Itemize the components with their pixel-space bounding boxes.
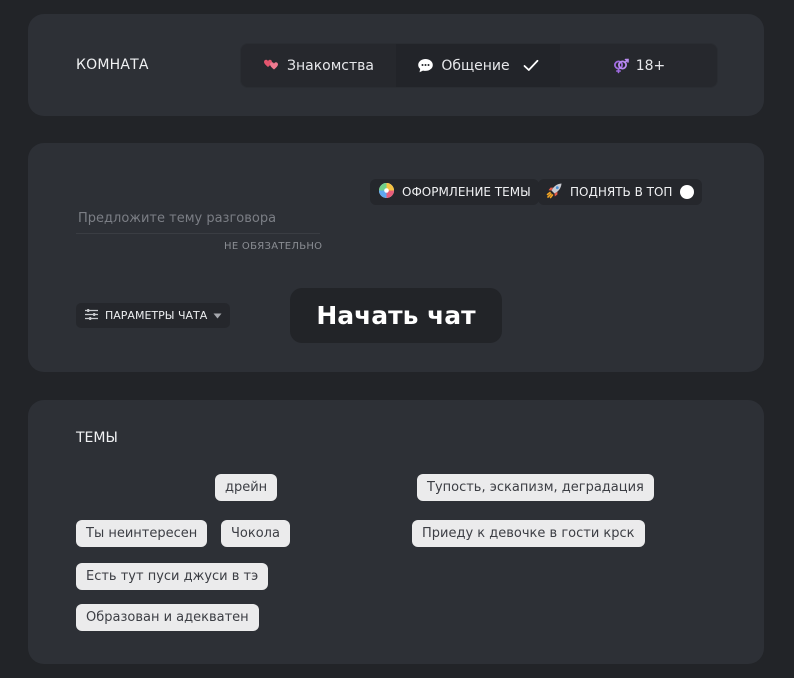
- rocket-icon: [546, 182, 563, 202]
- boost-to-top-button[interactable]: ПОДНЯТЬ В ТОП: [538, 179, 702, 205]
- optional-label: НЕ ОБЯЗАТЕЛЬНО: [224, 241, 323, 252]
- room-card: КОМНАТА Знакомства Общение 18+: [28, 14, 764, 116]
- topic-input[interactable]: [76, 203, 324, 233]
- topic-tag[interactable]: Чокола: [221, 520, 290, 547]
- checkmark-icon: [523, 59, 539, 72]
- sliders-icon: [84, 308, 99, 324]
- topic-tag[interactable]: Приеду к девочке в гости крск: [412, 520, 645, 547]
- topics-card: ТЕМЫ дрейн Тупость, эскапизм, деградация…: [28, 400, 764, 664]
- topic-tag[interactable]: Ты неинтересен: [76, 520, 208, 547]
- theme-design-label: ОФОРМЛЕНИЕ ТЕМЫ: [402, 185, 531, 199]
- boost-toggle[interactable]: [680, 185, 694, 199]
- caret-down-icon: [213, 309, 222, 322]
- theme-design-button[interactable]: ОФОРМЛЕНИЕ ТЕМЫ: [370, 179, 539, 205]
- room-option-label: 18+: [635, 57, 666, 74]
- start-chat-button[interactable]: Начать чат: [290, 288, 502, 343]
- hearts-icon: [263, 57, 280, 74]
- topics-title: ТЕМЫ: [76, 430, 118, 446]
- chat-params-button[interactable]: ПАРАМЕТРЫ ЧАТА: [76, 303, 231, 328]
- topic-tag[interactable]: Образован и адекватен: [76, 604, 259, 631]
- topic-tag[interactable]: Есть тут пуси джуси в тэ: [76, 563, 269, 590]
- room-option-label: Общение: [441, 57, 510, 74]
- room-option-chat[interactable]: Общение: [396, 44, 560, 87]
- boost-to-top-label: ПОДНЯТЬ В ТОП: [570, 185, 673, 199]
- start-card: НЕ ОБЯЗАТЕЛЬНО ОФОРМЛЕНИЕ ТЕМЫ ПОД: [28, 143, 764, 372]
- room-selector: Знакомства Общение 18+: [240, 43, 718, 88]
- room-option-dating[interactable]: Знакомства: [241, 44, 396, 87]
- topic-tag[interactable]: Тупость, эскапизм, деградация: [417, 474, 654, 501]
- speech-bubble-icon: [417, 57, 434, 74]
- topic-field-wrap: [76, 203, 324, 234]
- room-option-adult[interactable]: 18+: [560, 44, 717, 87]
- chat-params-label: ПАРАМЕТРЫ ЧАТА: [105, 309, 208, 322]
- topic-tag[interactable]: дрейн: [215, 474, 278, 501]
- room-title: КОМНАТА: [76, 57, 149, 73]
- gender-icon: [612, 57, 629, 74]
- palette-icon: [378, 182, 395, 202]
- room-option-label: Знакомства: [287, 57, 374, 74]
